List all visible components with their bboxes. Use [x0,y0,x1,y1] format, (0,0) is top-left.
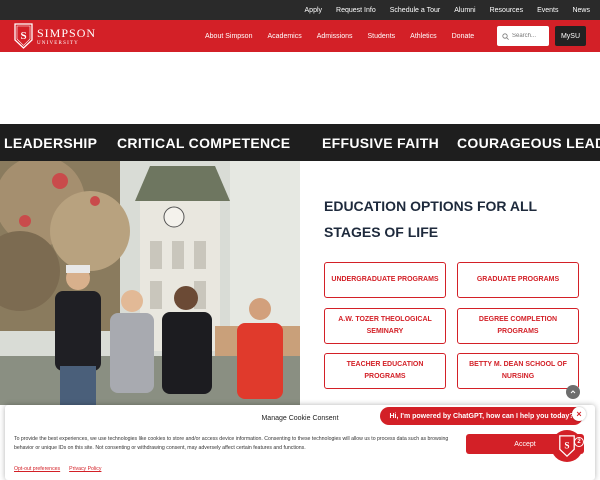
values-ticker: LEADERSHIP CRITICAL COMPETENCE EFFUSIVE … [0,124,600,161]
utility-link-request-info[interactable]: Request Info [336,7,376,14]
mysu-button[interactable]: MySU [555,26,586,46]
primary-nav-links: About Simpson Academics Admissions Stude… [205,20,474,52]
program-undergraduate-button[interactable]: UNDERGRADUATE PROGRAMS [324,262,446,298]
hero-illustration [0,161,300,405]
education-title: EDUCATION OPTIONS FOR ALL STAGES OF LIFE [324,198,537,240]
logo-name: SIMPSON [37,25,97,40]
program-nursing-button[interactable]: BETTY M. DEAN SCHOOL OF NURSING [457,353,579,389]
education-options: EDUCATION OPTIONS FOR ALL STAGES OF LIFE… [300,161,600,405]
utility-link-apply[interactable]: Apply [305,7,323,14]
utility-link-events[interactable]: Events [537,7,558,14]
nav-link-students[interactable]: Students [368,33,396,40]
ticker-item: COURAGEOUS LEADE [457,135,600,151]
logo-text: SIMPSON UNIVERSITY [37,27,96,46]
cookie-text: To provide the best experiences, we use … [14,436,449,451]
logo-subtitle: UNIVERSITY [37,40,79,46]
utility-link-schedule-tour[interactable]: Schedule a Tour [390,7,440,14]
utility-link-alumni[interactable]: Alumni [454,7,475,14]
opt-out-preferences-link[interactable]: Opt-out preferences [14,466,60,472]
nav-link-donate[interactable]: Donate [452,33,475,40]
arrow-up-icon [570,390,576,394]
ticker-item: EFFUSIVE FAITH [322,135,439,151]
chat-greeting-bubble[interactable]: Hi, I'm powered by ChatGPT, how can I he… [380,407,583,425]
hero-photo-students [0,161,300,405]
privacy-policy-link[interactable]: Privacy Policy [69,466,101,472]
scroll-top-button[interactable] [566,385,580,399]
cookie-links: Opt-out preferences Privacy Policy [14,466,101,472]
utility-link-resources[interactable]: Resources [490,7,523,14]
program-graduate-button[interactable]: GRADUATE PROGRAMS [457,262,579,298]
program-degree-completion-button[interactable]: DEGREE COMPLETION PROGRAMS [457,308,579,344]
utility-bar: Apply Request Info Schedule a Tour Alumn… [0,0,600,20]
chat-close-button[interactable]: × [572,407,586,421]
nav-link-about[interactable]: About Simpson [205,33,252,40]
main-nav: S SIMPSON UNIVERSITY About Simpson Acade… [0,20,600,52]
chat-logo-icon: S [559,435,575,457]
utility-link-news[interactable]: News [572,7,590,14]
shield-logo-icon: S [14,23,33,49]
program-seminary-button[interactable]: A.W. TOZER THEOLOGICAL SEMINARY [324,308,446,344]
chat-notification-badge: 2 [574,437,584,447]
search-icon [502,33,509,40]
nav-link-academics[interactable]: Academics [267,33,301,40]
ticker-item: CRITICAL COMPETENCE [117,135,291,151]
logo[interactable]: S SIMPSON UNIVERSITY [14,22,96,50]
logo-monogram: S [20,30,26,42]
chat-logo-monogram: S [564,442,569,452]
program-teacher-education-button[interactable]: TEACHER EDUCATION PROGRAMS [324,353,446,389]
nav-link-admissions[interactable]: Admissions [317,33,353,40]
nav-link-athletics[interactable]: Athletics [410,33,436,40]
ticker-item: LEADERSHIP [4,135,98,151]
